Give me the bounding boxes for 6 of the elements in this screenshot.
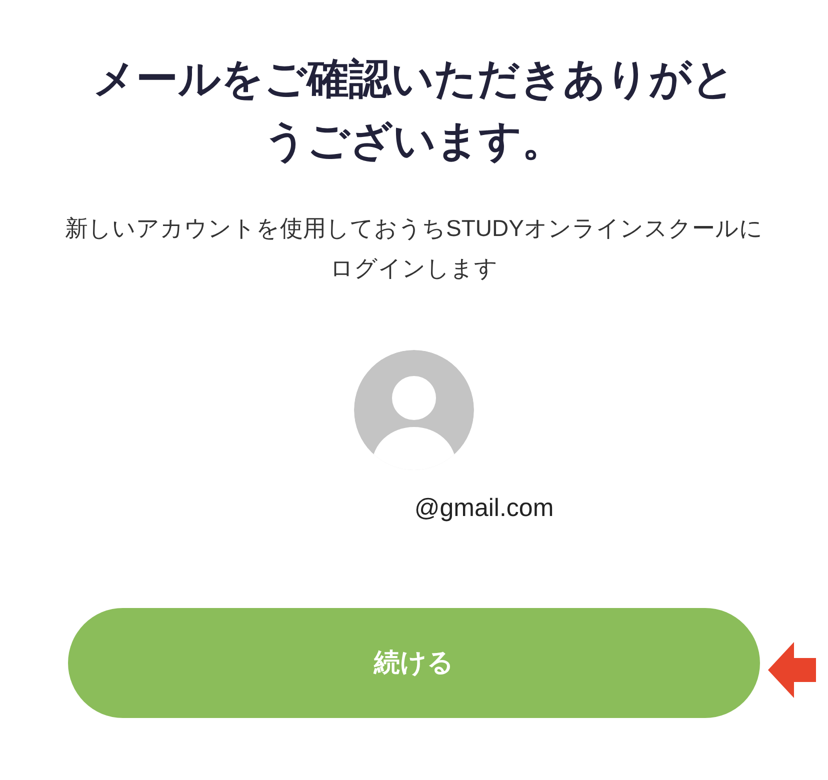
avatar-icon [354, 350, 474, 470]
arrow-icon [768, 642, 816, 698]
continue-button[interactable]: 続ける [68, 608, 760, 718]
login-message: 新しいアカウントを使用しておうちSTUDYオンラインスクールにログインします [64, 214, 764, 283]
email-address: @gmail.com [414, 493, 554, 524]
heading: メールをご確認いただきありがとうございます。 [92, 54, 736, 166]
